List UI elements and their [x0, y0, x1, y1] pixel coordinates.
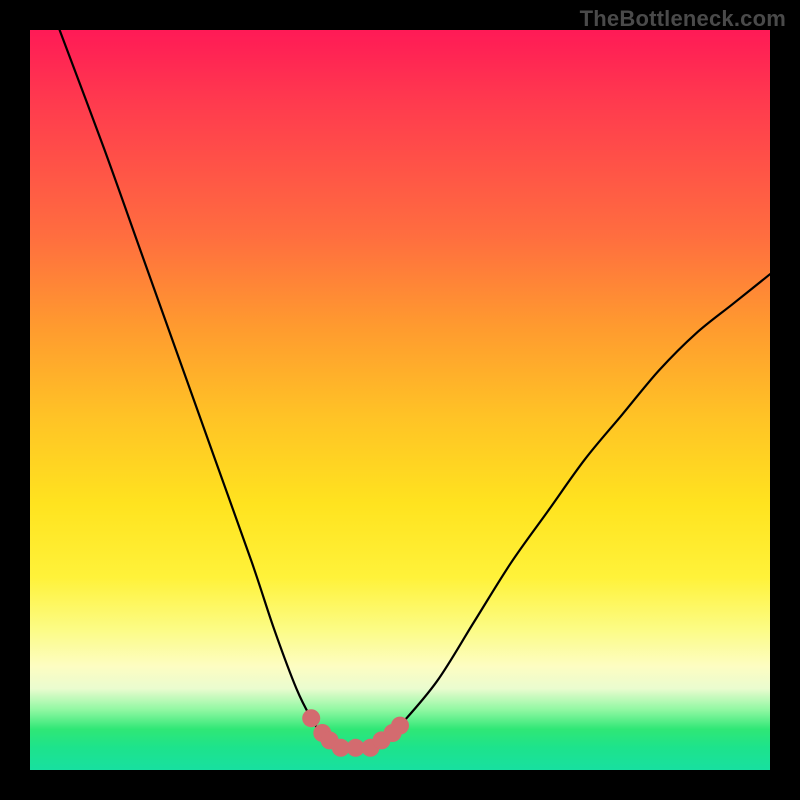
- highlight-marker: [302, 709, 320, 727]
- bottleneck-curve: [60, 30, 770, 748]
- curve-svg: [30, 30, 770, 770]
- plot-area: [30, 30, 770, 770]
- chart-frame: TheBottleneck.com: [0, 0, 800, 800]
- highlight-marker: [391, 717, 409, 735]
- highlight-markers: [302, 709, 409, 757]
- watermark-text: TheBottleneck.com: [580, 6, 786, 32]
